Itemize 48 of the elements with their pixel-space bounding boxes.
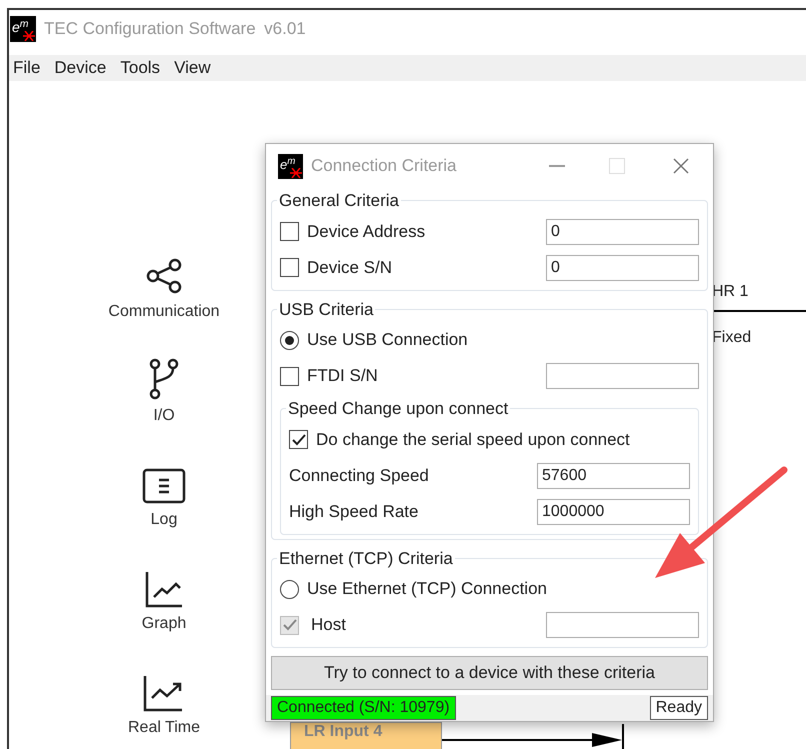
menu-item[interactable]: Tools [116,55,164,81]
input-field[interactable]: 0 [546,254,699,280]
field-label: Connecting Speed [289,464,429,487]
checkbox[interactable] [280,258,299,277]
checkbox[interactable] [289,430,308,449]
group-title: Ethernet (TCP) Criteria [278,548,454,570]
input-field[interactable]: 57600 [537,462,690,488]
menu-item[interactable]: View [170,55,215,81]
app-logo: e$^{m}$ [10,16,36,42]
close-icon[interactable] [673,158,689,174]
group-title: USB Criteria [278,298,374,320]
group-title: General Criteria [278,190,400,212]
nav-label[interactable]: Graph [142,612,186,636]
group-title: Speed Change upon connect [287,398,510,420]
checkbox-label: Device Address [307,220,426,243]
checkbox-label: Do change the serial speed upon connect [316,428,630,451]
checkbox-label: Host [311,614,346,636]
menu-item[interactable]: File [9,55,44,81]
connection-status: Connected (S/N: 10979) [271,696,456,720]
input-field[interactable]: 1000000 [537,498,690,524]
radio-label: Use Ethernet (TCP) Connection [307,578,547,600]
app-logo: e$^{m}$ [278,154,303,178]
input-field[interactable] [546,363,699,389]
table-cell-text: Fixed [712,328,752,348]
nav-label[interactable]: Log [150,508,178,532]
radio-button[interactable] [280,330,299,350]
dialog-title: Connection Criteria [311,155,457,178]
window-title: TEC Configuration Software v6.01 [44,18,306,40]
menu-item[interactable]: Device [50,55,110,81]
branch-icon [148,358,180,400]
input-field[interactable] [546,612,699,638]
block-label: LR Input 4 [304,722,382,742]
field-label: High Speed Rate [289,500,418,523]
checkbox[interactable] [280,222,299,241]
nav-label[interactable]: I/O [153,404,175,428]
input-field[interactable]: 0 [546,218,699,244]
checkbox[interactable] [280,366,299,386]
ready-status: Ready [650,696,708,720]
nav-label[interactable]: Real Time [128,716,200,740]
checkbox-label: FTDI S/N [307,365,378,388]
connect-button[interactable]: Try to connect to a device with these criteria [271,656,708,690]
checkbox-label: Device S/N [307,256,392,279]
radio-button[interactable] [280,580,299,598]
radio-label: Use USB Connection [307,329,468,352]
log-icon [142,468,186,504]
nav-label[interactable]: Communication [108,300,220,324]
line-chart-icon [144,570,184,608]
share-icon [144,256,184,296]
